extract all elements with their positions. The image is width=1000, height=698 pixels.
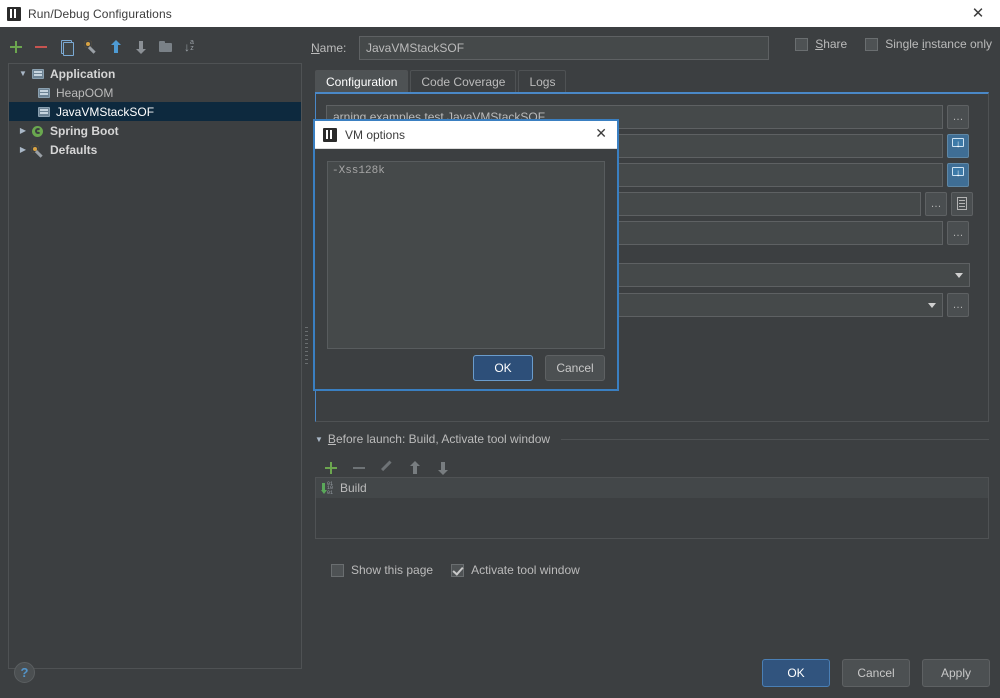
defaults-gear-icon — [31, 143, 46, 157]
expand-vm-options-button[interactable] — [947, 134, 969, 158]
vm-options-dialog: VM options ✕ -Xss128k OK Cancel — [313, 119, 619, 391]
before-launch-title: Before launch: Build, Activate tool wind… — [327, 432, 551, 446]
single-instance-only-label: Single instance only — [885, 37, 992, 51]
share-label: Share — [815, 37, 848, 51]
tree-node-javavmstacksof[interactable]: JavaVMStackSOF — [9, 102, 301, 121]
browse-module-button[interactable]: … — [947, 293, 969, 317]
move-up-button[interactable] — [108, 39, 124, 55]
vm-options-action-buttons: OK Cancel — [473, 355, 605, 381]
intellij-idea-logo-icon — [7, 6, 21, 21]
application-icon — [31, 67, 46, 81]
configuration-options: Share Single instance only — [795, 37, 992, 51]
module-dropdown-arrow-icon[interactable] — [921, 293, 943, 317]
close-icon[interactable]: ✕ — [956, 0, 1000, 27]
tree-node-label: JavaVMStackSOF — [56, 104, 155, 119]
before-launch-toolbar — [323, 460, 451, 476]
splitter-handle-icon — [305, 327, 308, 367]
browse-environment-variables-button[interactable]: … — [947, 221, 969, 245]
add-configuration-button[interactable] — [8, 39, 24, 55]
spring-boot-icon — [31, 124, 46, 138]
checkbox-box — [865, 37, 879, 51]
activate-tool-window-checkbox[interactable]: Activate tool window — [451, 563, 580, 577]
tree-node-defaults[interactable]: ▶ Defaults — [9, 140, 301, 159]
ok-button[interactable]: OK — [762, 659, 830, 687]
tree-node-heapoom[interactable]: HeapOOM — [9, 83, 301, 102]
macros-button[interactable] — [951, 192, 973, 216]
browse-working-directory-button[interactable]: … — [925, 192, 947, 216]
tree-node-spring-boot[interactable]: ▶ Spring Boot — [9, 121, 301, 140]
dialog-content: ↓ a z ▼ Application HeapOOM JavaVMStackSOF — [0, 27, 1000, 698]
application-icon — [37, 86, 52, 100]
edit-before-launch-task-button[interactable] — [379, 460, 395, 476]
expand-program-arguments-button[interactable] — [947, 163, 969, 187]
show-this-page-label: Show this page — [351, 563, 434, 577]
tree-node-application[interactable]: ▼ Application — [9, 64, 301, 83]
browse-main-class-button[interactable]: … — [947, 105, 969, 129]
checkbox-box — [331, 563, 344, 577]
chevron-down-icon[interactable]: ▼ — [15, 64, 31, 83]
move-task-up-button[interactable] — [407, 460, 423, 476]
name-label: Name: — [311, 41, 347, 55]
window-titlebar: Run/Debug Configurations ✕ — [0, 0, 1000, 28]
header-divider — [561, 438, 989, 440]
before-launch-header[interactable]: ▼ Before launch: Build, Activate tool wi… — [315, 432, 989, 446]
copy-configuration-button[interactable] — [58, 39, 74, 56]
checkbox-box — [795, 37, 809, 51]
remove-configuration-button[interactable] — [33, 39, 49, 55]
vm-options-title: VM options — [345, 127, 406, 142]
before-launch-task-row[interactable]: 01 10 01 Build — [316, 478, 988, 498]
configurations-toolbar: ↓ a z — [8, 35, 298, 59]
single-instance-only-checkbox[interactable]: Single instance only — [865, 37, 992, 51]
intellij-idea-logo-icon — [323, 127, 337, 142]
tab-code-coverage[interactable]: Code Coverage — [410, 70, 517, 93]
cancel-button[interactable]: Cancel — [842, 659, 910, 687]
name-input[interactable]: JavaVMStackSOF — [359, 36, 769, 60]
sort-configurations-button[interactable]: ↓ a z — [183, 39, 199, 55]
window-title: Run/Debug Configurations — [28, 6, 172, 21]
application-icon — [37, 105, 52, 119]
tree-node-label: Application — [50, 66, 116, 81]
vm-options-textarea[interactable]: -Xss128k — [327, 161, 605, 349]
chevron-right-icon[interactable]: ▶ — [15, 121, 31, 140]
tree-node-label: Defaults — [50, 142, 98, 157]
configuration-tabs: Configuration Code Coverage Logs — [315, 69, 568, 93]
share-checkbox[interactable]: Share — [795, 37, 847, 51]
move-down-button[interactable] — [133, 39, 149, 55]
before-launch-task-list[interactable]: 01 10 01 Build — [315, 477, 989, 539]
tree-node-label: Spring Boot — [50, 123, 119, 138]
activate-tool-window-label: Activate tool window — [471, 563, 580, 577]
chevron-right-icon[interactable]: ▶ — [15, 140, 31, 159]
help-button[interactable]: ? — [14, 662, 35, 683]
move-task-down-button[interactable] — [435, 460, 451, 476]
chevron-down-icon[interactable]: ▼ — [315, 435, 323, 444]
before-launch-task-label: Build — [340, 481, 367, 495]
configurations-tree[interactable]: ▼ Application HeapOOM JavaVMStackSOF ▶ S… — [8, 63, 302, 669]
vm-options-ok-button[interactable]: OK — [473, 355, 533, 381]
vm-options-titlebar: VM options ✕ — [315, 121, 617, 149]
create-folder-button[interactable] — [158, 39, 174, 55]
remove-before-launch-task-button[interactable] — [351, 460, 367, 476]
build-icon: 01 10 01 — [320, 481, 335, 496]
panel-splitter[interactable] — [302, 27, 311, 671]
checkbox-box — [451, 563, 465, 577]
run-debug-configurations-dialog: Run/Debug Configurations ✕ ↓ a z ▼ Applica… — [0, 0, 1000, 698]
before-launch-checkboxes: Show this page Activate tool window — [331, 563, 580, 577]
name-row: Name: JavaVMStackSOF — [311, 36, 769, 60]
apply-button[interactable]: Apply — [922, 659, 990, 687]
show-this-page-checkbox[interactable]: Show this page — [331, 563, 433, 577]
close-icon[interactable]: ✕ — [595, 121, 607, 147]
jre-dropdown-arrow-icon[interactable] — [948, 263, 970, 287]
tree-node-label: HeapOOM — [56, 85, 114, 100]
vm-options-body: -Xss128k OK Cancel — [315, 149, 617, 392]
add-before-launch-task-button[interactable] — [323, 460, 339, 476]
tab-logs[interactable]: Logs — [518, 70, 567, 93]
dialog-action-buttons: OK Cancel Apply — [762, 659, 990, 687]
vm-options-cancel-button[interactable]: Cancel — [545, 355, 605, 381]
tab-configuration[interactable]: Configuration — [315, 70, 409, 93]
edit-templates-button[interactable] — [83, 39, 99, 55]
